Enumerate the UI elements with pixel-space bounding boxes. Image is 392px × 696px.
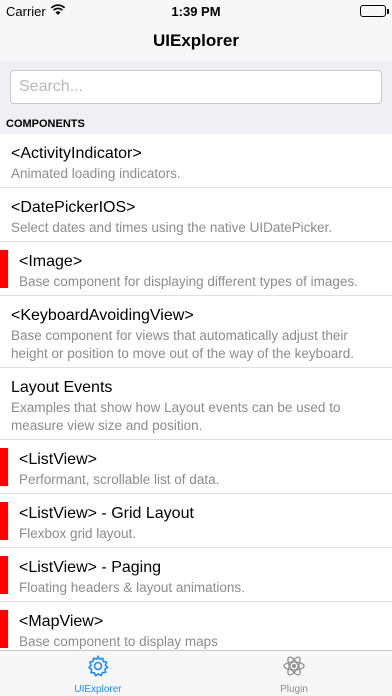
flag-marker bbox=[0, 448, 8, 486]
search-input[interactable] bbox=[10, 70, 382, 104]
tab-label: UIExplorer bbox=[74, 684, 122, 695]
list-item-description: Base component to display maps bbox=[19, 634, 218, 649]
atom-icon bbox=[282, 654, 306, 678]
list-item-title: <KeyboardAvoidingView> bbox=[11, 307, 194, 324]
list-item-description: Animated loading indicators. bbox=[11, 166, 181, 181]
section-header: COMPONENTS bbox=[6, 118, 85, 130]
list-item-description: Performant, scrollable list of data. bbox=[19, 472, 220, 487]
tab-plugin[interactable]: Plugin bbox=[196, 651, 392, 696]
list-item-description: Floating headers & layout animations. bbox=[19, 580, 245, 595]
list-item-title: <Image> bbox=[19, 253, 83, 270]
list-item-title: <MapView> bbox=[19, 613, 104, 630]
search-container bbox=[0, 62, 392, 112]
tab-bar: UIExplorer Plugin bbox=[0, 650, 392, 696]
list-item-title: <ActivityIndicator> bbox=[11, 145, 142, 162]
list-item[interactable]: <ListView> - Paging Floating headers & l… bbox=[0, 548, 392, 602]
list-item-description: Base component for displaying different … bbox=[19, 274, 358, 289]
list-item[interactable]: <Image> Base component for displaying di… bbox=[0, 242, 392, 296]
gear-icon bbox=[86, 654, 110, 678]
list-item[interactable]: <ListView> Performant, scrollable list o… bbox=[0, 440, 392, 494]
status-bar: Carrier 1:39 PM bbox=[0, 0, 392, 22]
tab-uiexplorer[interactable]: UIExplorer bbox=[0, 651, 196, 696]
list-item[interactable]: <DatePickerIOS> Select dates and times u… bbox=[0, 188, 392, 242]
list-item[interactable]: Layout Events Examples that show how Lay… bbox=[0, 368, 392, 440]
list-item-title: <ListView> bbox=[19, 451, 97, 468]
tab-label: Plugin bbox=[280, 684, 308, 695]
list-item-title: <ListView> - Paging bbox=[19, 559, 162, 576]
list-item-description: Base component for views that automatica… bbox=[11, 328, 354, 361]
list-item[interactable]: <KeyboardAvoidingView> Base component fo… bbox=[0, 296, 392, 368]
list-item-title: Layout Events bbox=[11, 379, 113, 396]
nav-bar: UIExplorer bbox=[0, 22, 392, 62]
list-item-description: Examples that show how Layout events can… bbox=[11, 400, 341, 433]
component-list[interactable]: <ActivityIndicator> Animated loading ind… bbox=[0, 134, 392, 650]
battery-icon bbox=[360, 5, 389, 17]
list-item[interactable]: <ListView> - Grid Layout Flexbox grid la… bbox=[0, 494, 392, 548]
page-title: UIExplorer bbox=[153, 31, 239, 50]
flag-marker bbox=[0, 502, 8, 540]
list-item[interactable]: <MapView> Base component to display maps bbox=[0, 602, 392, 650]
list-item-description: Flexbox grid layout. bbox=[19, 526, 137, 541]
list-item-title: <DatePickerIOS> bbox=[11, 199, 136, 216]
list-item-title: <ListView> - Grid Layout bbox=[19, 505, 194, 522]
flag-marker bbox=[0, 556, 8, 594]
list-item-description: Select dates and times using the native … bbox=[11, 220, 333, 235]
status-time: 1:39 PM bbox=[171, 4, 221, 19]
flag-marker bbox=[0, 610, 8, 648]
list-item[interactable]: <ActivityIndicator> Animated loading ind… bbox=[0, 134, 392, 188]
flag-marker bbox=[0, 250, 8, 288]
